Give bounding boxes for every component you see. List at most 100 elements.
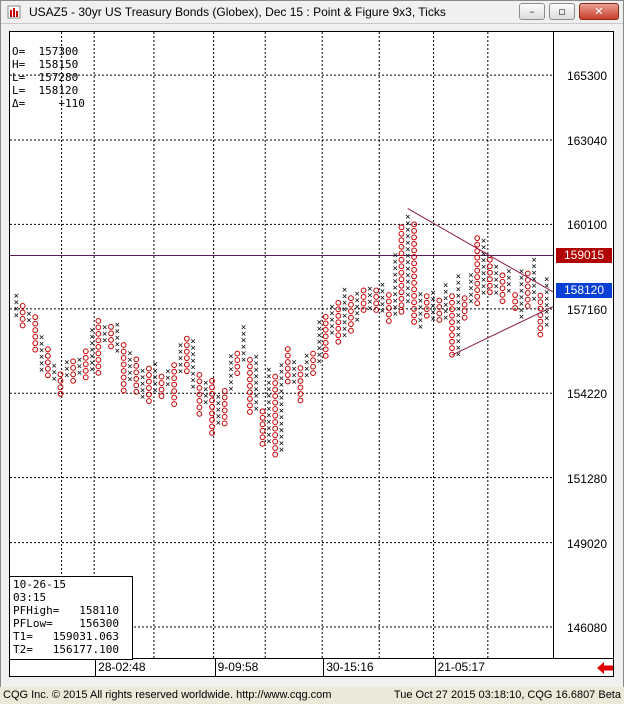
o-mark xyxy=(247,383,253,389)
o-mark xyxy=(398,256,405,263)
low-value: L= 157280 xyxy=(12,71,79,84)
x-mark: × xyxy=(304,371,309,381)
o-mark xyxy=(335,319,342,326)
o-mark xyxy=(221,420,228,427)
o-mark xyxy=(373,294,380,300)
o-column xyxy=(461,295,468,321)
o-mark xyxy=(297,371,304,378)
o-mark xyxy=(19,322,26,329)
y-tick-label: 157160 xyxy=(566,302,607,317)
o-mark xyxy=(221,407,228,414)
scroll-left-arrow-icon[interactable] xyxy=(596,661,614,675)
close-button[interactable]: ✕ xyxy=(579,3,619,20)
o-mark xyxy=(146,372,152,378)
x-column: ××××××××× xyxy=(481,236,486,298)
o-mark xyxy=(360,287,367,294)
o-mark xyxy=(234,370,241,377)
o-mark xyxy=(57,384,64,391)
o-mark xyxy=(398,308,405,315)
o-column xyxy=(284,346,291,385)
x-mark: × xyxy=(89,365,94,375)
o-column xyxy=(146,365,152,404)
o-mark xyxy=(335,299,342,306)
o-mark xyxy=(436,310,443,317)
o-mark xyxy=(411,286,417,293)
o-mark xyxy=(32,346,39,353)
o-mark xyxy=(284,378,291,385)
o-mark xyxy=(411,260,417,267)
o-mark xyxy=(310,350,316,357)
o-mark xyxy=(411,299,417,306)
o-mark xyxy=(120,342,127,348)
x-mark: × xyxy=(355,315,360,325)
o-mark xyxy=(348,321,354,328)
o-mark xyxy=(398,243,405,250)
o-mark xyxy=(272,399,279,406)
x-column: ××× xyxy=(102,323,107,346)
o-column xyxy=(436,297,443,323)
x-mark: × xyxy=(228,385,233,395)
o-mark xyxy=(373,287,380,294)
price-axis[interactable]: 165300 163040 160100 157160 154220 151280 1490… xyxy=(554,31,614,659)
o-mark xyxy=(449,332,455,339)
x-mark: × xyxy=(216,419,221,429)
o-mark xyxy=(133,375,140,382)
o-mark xyxy=(19,316,26,322)
o-column xyxy=(348,295,354,334)
o-mark xyxy=(284,365,291,372)
o-mark xyxy=(310,363,316,370)
o-mark xyxy=(19,309,26,316)
o-column xyxy=(423,293,430,319)
restore-button[interactable]: ▫ xyxy=(549,3,575,20)
o-mark xyxy=(120,361,127,368)
o-mark xyxy=(272,386,279,393)
o-mark xyxy=(524,296,531,303)
x-column: ××××××××××××× xyxy=(456,272,461,360)
y-tick-label: 149020 xyxy=(566,536,607,551)
o-mark xyxy=(537,331,544,338)
o-mark xyxy=(171,375,178,382)
x-column: ×××××××× xyxy=(342,286,347,342)
x-mark: × xyxy=(405,297,410,307)
x-mark: × xyxy=(39,365,44,375)
o-mark xyxy=(474,235,481,242)
o-mark xyxy=(272,373,279,380)
timestamp-text: Tue Oct 27 2015 03:18:10, CQG 16.6807 Be… xyxy=(393,689,621,701)
o-mark xyxy=(284,372,291,378)
o-mark xyxy=(449,345,455,352)
o-mark xyxy=(32,327,39,334)
minimize-button[interactable]: – xyxy=(519,3,545,20)
x-column: ××× xyxy=(51,362,56,385)
o-mark xyxy=(158,380,165,386)
info-t1: T1= 159031.063 xyxy=(13,630,119,643)
x-mark: × xyxy=(26,316,31,326)
o-column xyxy=(234,350,241,377)
chart-plot-area[interactable]: × × × × × × × × × × × × × × × × × × × × × × × × × × × × × × × × × × × × × × × ×… xyxy=(9,31,554,659)
o-mark xyxy=(57,377,64,384)
o-mark xyxy=(537,318,544,325)
x-mark: × xyxy=(77,368,82,378)
o-mark xyxy=(196,391,203,398)
o-mark xyxy=(524,270,531,277)
o-mark xyxy=(32,320,39,327)
o-mark xyxy=(146,391,152,398)
o-column xyxy=(512,292,519,311)
o-mark xyxy=(297,391,304,397)
x-mark: × xyxy=(392,309,397,319)
o-mark xyxy=(474,261,481,268)
o-mark xyxy=(234,363,241,370)
o-mark xyxy=(310,370,316,377)
o-mark xyxy=(499,285,506,292)
x-tick-label: 30-15:16 xyxy=(326,660,374,674)
current-price-tag: 158120 xyxy=(556,283,612,299)
o-mark xyxy=(221,401,228,407)
o-mark xyxy=(272,380,279,386)
o-mark xyxy=(247,363,253,370)
time-axis[interactable]: 28-02:48 9-09:58 30-15:16 21-05:17 xyxy=(9,659,614,677)
y-tick-label: 163040 xyxy=(566,133,607,148)
o-mark xyxy=(436,317,443,323)
x-column: ××××× xyxy=(140,366,145,402)
o-mark xyxy=(385,298,392,305)
o-mark xyxy=(322,333,329,340)
o-mark xyxy=(474,241,481,248)
